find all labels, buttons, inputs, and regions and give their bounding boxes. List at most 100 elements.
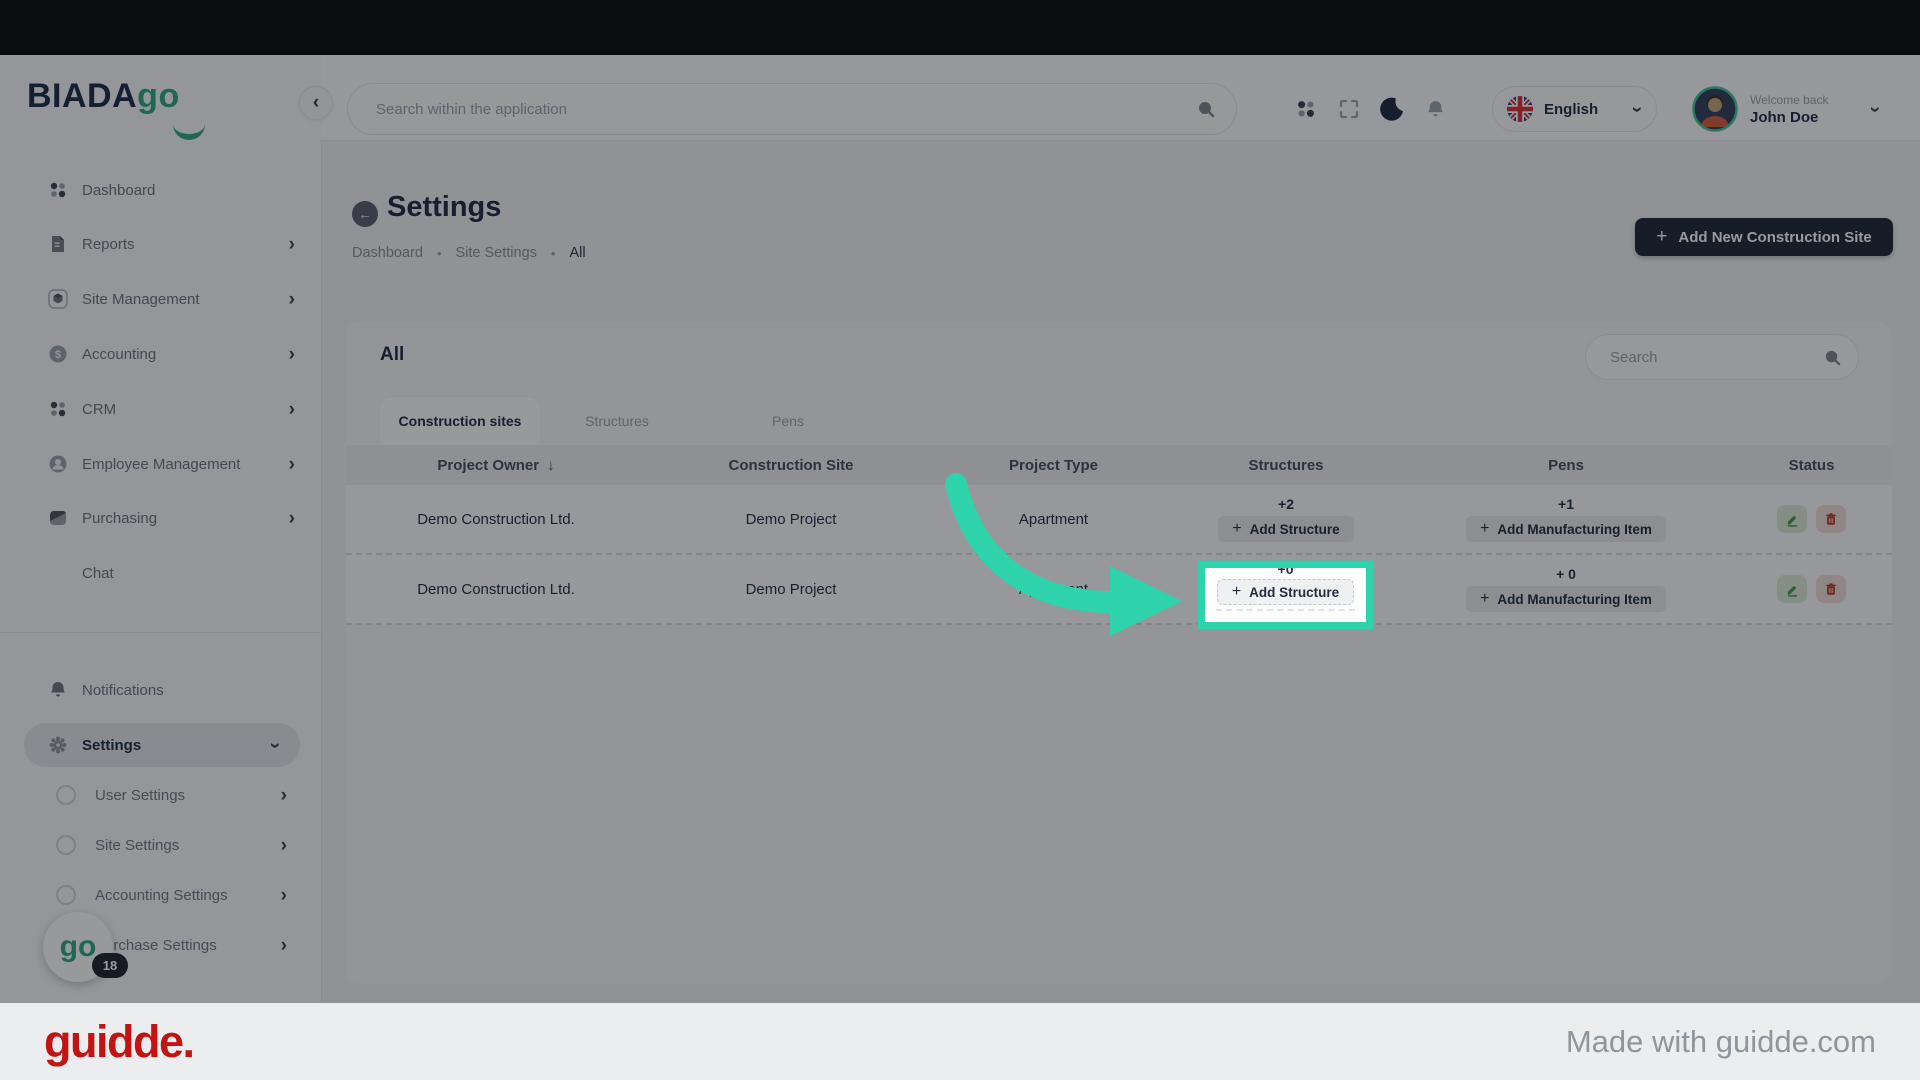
cell-project-owner: Demo Construction Ltd. (346, 581, 646, 598)
gear-icon (48, 735, 68, 755)
trash-icon (1824, 582, 1838, 596)
button-label: Add Structure (1250, 522, 1340, 537)
delete-button[interactable] (1816, 575, 1846, 603)
global-search-input[interactable] (374, 100, 1196, 119)
column-label: Structures (1248, 457, 1323, 474)
folder-icon (48, 508, 68, 528)
top-black-bar (0, 0, 1920, 55)
highlight-box: +0 + Add Structure (1198, 561, 1373, 629)
delete-button[interactable] (1816, 505, 1846, 533)
add-new-construction-site-button[interactable]: + Add New Construction Site (1635, 218, 1893, 256)
tab-label: Structures (585, 413, 649, 429)
user-menu[interactable]: Welcome back John Doe › (1692, 86, 1878, 132)
column-header-construction-site[interactable]: Construction Site (646, 457, 936, 474)
sidebar-subitem-label: User Settings (95, 787, 281, 804)
column-header-project-type[interactable]: Project Type (936, 457, 1171, 474)
app-window: BIADAgo Dashboard Reports › (0, 55, 1920, 1003)
add-manufacturing-item-button[interactable]: + Add Manufacturing Item (1466, 516, 1666, 542)
sidebar-subitem-site-settings[interactable]: Site Settings › (0, 823, 321, 867)
dollar-icon: $ (48, 344, 68, 364)
chevron-left-icon: ‹ (313, 92, 319, 114)
tab-bar: Construction sites Structures Pens (380, 397, 882, 445)
cell-construction-site: Demo Project (646, 581, 936, 598)
sidebar-collapse-button[interactable]: ‹ (299, 86, 333, 120)
uk-flag-icon (1507, 96, 1533, 122)
language-selector[interactable]: English › (1492, 86, 1657, 132)
dark-mode-moon-icon[interactable] (1378, 95, 1406, 123)
edit-button[interactable] (1777, 505, 1807, 533)
edit-button[interactable] (1777, 575, 1807, 603)
document-icon (48, 234, 68, 254)
sidebar-item-purchasing[interactable]: Purchasing › (0, 496, 321, 540)
plus-icon: + (1232, 520, 1241, 538)
tab-pens[interactable]: Pens (694, 397, 882, 445)
content-card: All Construction sites Structures (346, 322, 1892, 984)
column-header-pens[interactable]: Pens (1401, 457, 1731, 474)
cell-project-type: Apartment (936, 511, 1171, 528)
guidde-step-badge: 18 (92, 953, 128, 978)
plus-icon: + (1232, 583, 1241, 601)
sidebar-divider (0, 632, 321, 633)
apps-grid-icon[interactable] (1292, 95, 1320, 123)
chevron-right-icon: › (289, 400, 295, 419)
table-search-input[interactable] (1608, 348, 1823, 367)
sidebar-item-accounting[interactable]: $ Accounting › (0, 332, 321, 376)
back-arrow-icon: ← (358, 206, 372, 222)
sidebar-item-notifications[interactable]: Notifications (0, 668, 321, 712)
dot-separator-icon: • (551, 246, 556, 261)
chevron-right-icon: › (289, 455, 295, 474)
add-site-label: Add New Construction Site (1678, 229, 1871, 246)
sidebar-item-label: Employee Management (82, 456, 289, 473)
dot-separator-icon: • (437, 246, 442, 261)
back-button[interactable]: ← (352, 201, 378, 227)
guidde-widget-label: go (60, 930, 97, 964)
sidebar-subitem-user-settings[interactable]: User Settings › (0, 773, 321, 817)
search-icon[interactable] (1823, 348, 1842, 367)
table-header-row: Project Owner ↓ Construction Site Projec… (346, 445, 1892, 485)
column-header-structures[interactable]: Structures (1171, 457, 1401, 474)
search-icon[interactable] (1196, 99, 1216, 119)
logo-smile-shape (173, 121, 205, 140)
cell-pens: + 0 + Add Manufacturing Item (1401, 566, 1731, 612)
sidebar-item-settings[interactable]: Settings › (24, 723, 300, 767)
breadcrumb-all: All (569, 245, 585, 261)
breadcrumb-site-settings[interactable]: Site Settings (456, 245, 537, 261)
button-label: Add Manufacturing Item (1497, 592, 1652, 607)
tab-construction-sites[interactable]: Construction sites (380, 397, 540, 445)
add-manufacturing-item-button[interactable]: + Add Manufacturing Item (1466, 586, 1666, 612)
guidde-logo: guidde. (44, 1016, 193, 1068)
sidebar-item-reports[interactable]: Reports › (0, 222, 321, 266)
add-structure-button[interactable]: + Add Structure (1218, 516, 1353, 542)
sidebar-item-dashboard[interactable]: Dashboard (0, 168, 321, 212)
cube-icon (48, 289, 68, 309)
cell-pens: +1 + Add Manufacturing Item (1401, 496, 1731, 542)
sidebar-item-label: Reports (82, 236, 289, 253)
tab-label: Construction sites (399, 413, 522, 429)
chevron-right-icon: › (289, 235, 295, 254)
button-label: Add Structure (1249, 585, 1339, 600)
app-logo[interactable]: BIADAgo (27, 77, 180, 116)
table-search (1585, 334, 1859, 380)
column-label: Construction Site (728, 457, 853, 474)
card-heading: All (380, 344, 404, 366)
sidebar-item-label: CRM (82, 401, 289, 418)
sidebar-item-chat[interactable]: Chat (0, 551, 321, 595)
notifications-bell-icon[interactable] (1421, 95, 1449, 123)
sidebar-subitem-accounting-settings[interactable]: Accounting Settings › (0, 873, 321, 917)
breadcrumb-dashboard[interactable]: Dashboard (352, 245, 423, 261)
column-header-project-owner[interactable]: Project Owner ↓ (346, 457, 646, 474)
user-text: Welcome back John Doe (1750, 93, 1862, 126)
cell-text: Apartment (1019, 511, 1088, 528)
sidebar-item-employee-management[interactable]: Employee Management › (0, 442, 321, 486)
global-search (347, 83, 1237, 135)
add-structure-button-highlighted[interactable]: + Add Structure (1217, 579, 1354, 605)
user-name: John Doe (1750, 109, 1862, 126)
column-header-status[interactable]: Status (1731, 457, 1892, 474)
chevron-right-icon: › (281, 786, 287, 805)
tab-structures[interactable]: Structures (540, 397, 694, 445)
chevron-right-icon: › (289, 290, 295, 309)
highlight-content: +0 + Add Structure (1205, 568, 1366, 622)
fullscreen-icon[interactable] (1335, 95, 1363, 123)
sidebar-item-site-management[interactable]: Site Management › (0, 277, 321, 321)
sidebar-item-crm[interactable]: CRM › (0, 387, 321, 431)
